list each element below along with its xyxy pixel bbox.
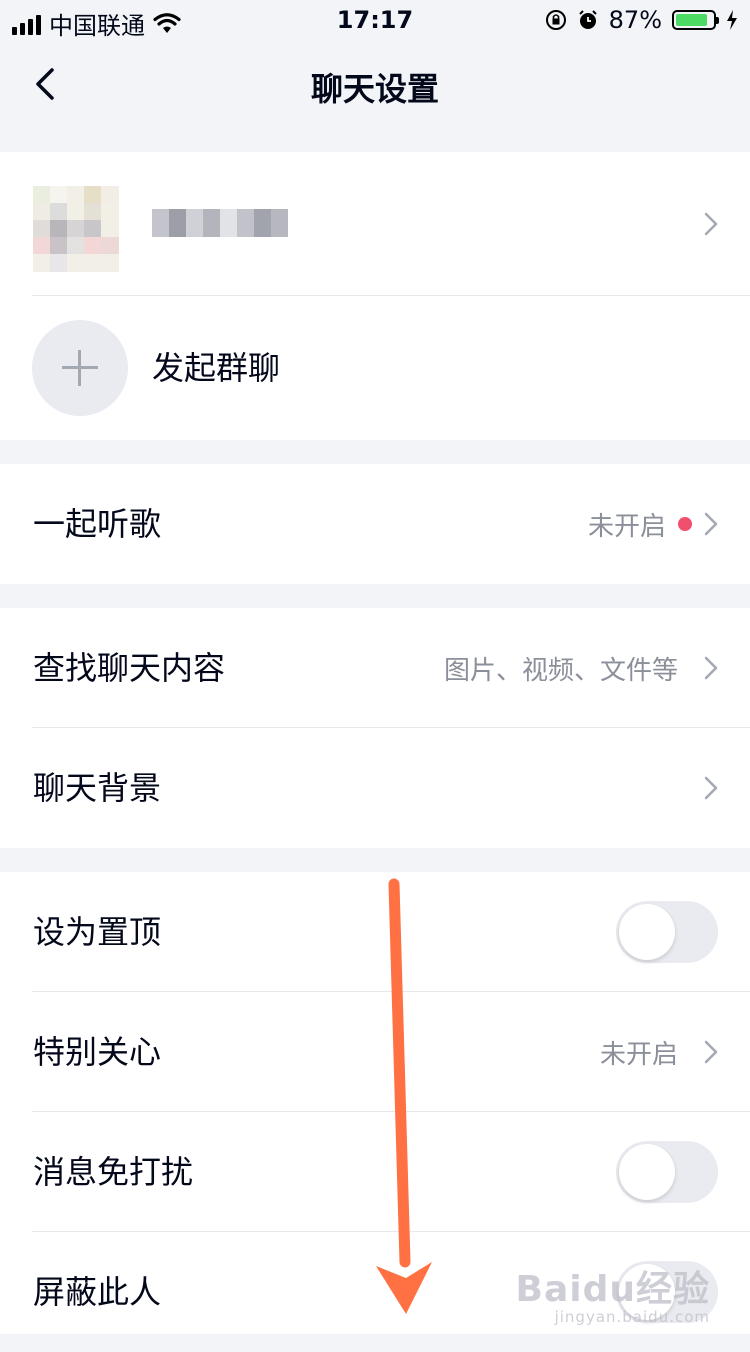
listen-together-status: 未开启 bbox=[587, 511, 666, 542]
page-title: 聊天设置 bbox=[310, 70, 439, 108]
search-chat-right: 图片、视频、文件等 bbox=[444, 608, 718, 728]
profile-section: 发起群聊 bbox=[0, 152, 750, 440]
battery-percent: 87% bbox=[608, 6, 662, 34]
chevron-right-icon bbox=[704, 776, 718, 800]
do-not-disturb-right bbox=[616, 1112, 718, 1232]
listen-together-row[interactable]: 一起听歌 未开启 bbox=[0, 464, 750, 584]
chevron-right-icon bbox=[704, 212, 718, 236]
chat-background-right bbox=[704, 728, 718, 848]
nav-bar: 聊天设置 bbox=[0, 40, 750, 130]
watermark-logo: Baidu经验 bbox=[515, 1269, 710, 1310]
chevron-right-icon bbox=[704, 656, 718, 680]
chat-background-row[interactable]: 聊天背景 bbox=[0, 728, 750, 848]
chevron-right-icon bbox=[704, 1040, 718, 1064]
do-not-disturb-toggle[interactable] bbox=[616, 1141, 718, 1203]
rotation-lock-icon bbox=[545, 10, 566, 30]
battery-icon bbox=[672, 10, 719, 30]
add-icon[interactable] bbox=[32, 320, 128, 416]
listen-together-label: 一起听歌 bbox=[33, 505, 162, 543]
chat-background-label: 聊天背景 bbox=[33, 769, 162, 807]
music-section: 一起听歌 未开启 bbox=[0, 464, 750, 584]
search-chat-row[interactable]: 查找聊天内容 图片、视频、文件等 bbox=[0, 608, 750, 728]
start-group-label: 发起群聊 bbox=[152, 349, 281, 387]
search-chat-label: 查找聊天内容 bbox=[33, 649, 226, 687]
avatar bbox=[33, 186, 119, 272]
do-not-disturb-label: 消息免打扰 bbox=[33, 1153, 194, 1191]
special-care-label: 特别关心 bbox=[33, 1033, 162, 1071]
content-section: 查找聊天内容 图片、视频、文件等 聊天背景 bbox=[0, 608, 750, 848]
status-right: 87% bbox=[545, 6, 738, 34]
pin-chat-right bbox=[616, 872, 718, 992]
special-care-row[interactable]: 特别关心 未开启 bbox=[0, 992, 750, 1112]
contact-row[interactable] bbox=[0, 152, 750, 296]
charging-icon bbox=[727, 10, 737, 30]
block-user-label: 屏蔽此人 bbox=[33, 1273, 162, 1311]
contact-name-blurred bbox=[152, 209, 288, 237]
red-dot-badge bbox=[678, 517, 692, 531]
pin-chat-label: 设为置顶 bbox=[33, 913, 162, 951]
special-care-right: 未开启 bbox=[600, 992, 718, 1112]
listen-together-right: 未开启 bbox=[588, 464, 718, 584]
pin-chat-toggle[interactable] bbox=[616, 901, 718, 963]
battery-fill bbox=[676, 14, 708, 26]
do-not-disturb-row: 消息免打扰 bbox=[0, 1112, 750, 1232]
start-group-row[interactable]: 发起群聊 bbox=[0, 296, 750, 440]
status-bar: 中国联通 17:17 87% bbox=[0, 0, 750, 40]
alarm-icon bbox=[578, 10, 597, 29]
pin-chat-row: 设为置顶 bbox=[0, 872, 750, 992]
special-care-status: 未开启 bbox=[599, 1039, 678, 1070]
chevron-right-icon bbox=[704, 512, 718, 536]
search-chat-hint: 图片、视频、文件等 bbox=[443, 655, 678, 686]
baidu-watermark: Baidu经验 jingyan.baidu.com bbox=[516, 1260, 710, 1326]
